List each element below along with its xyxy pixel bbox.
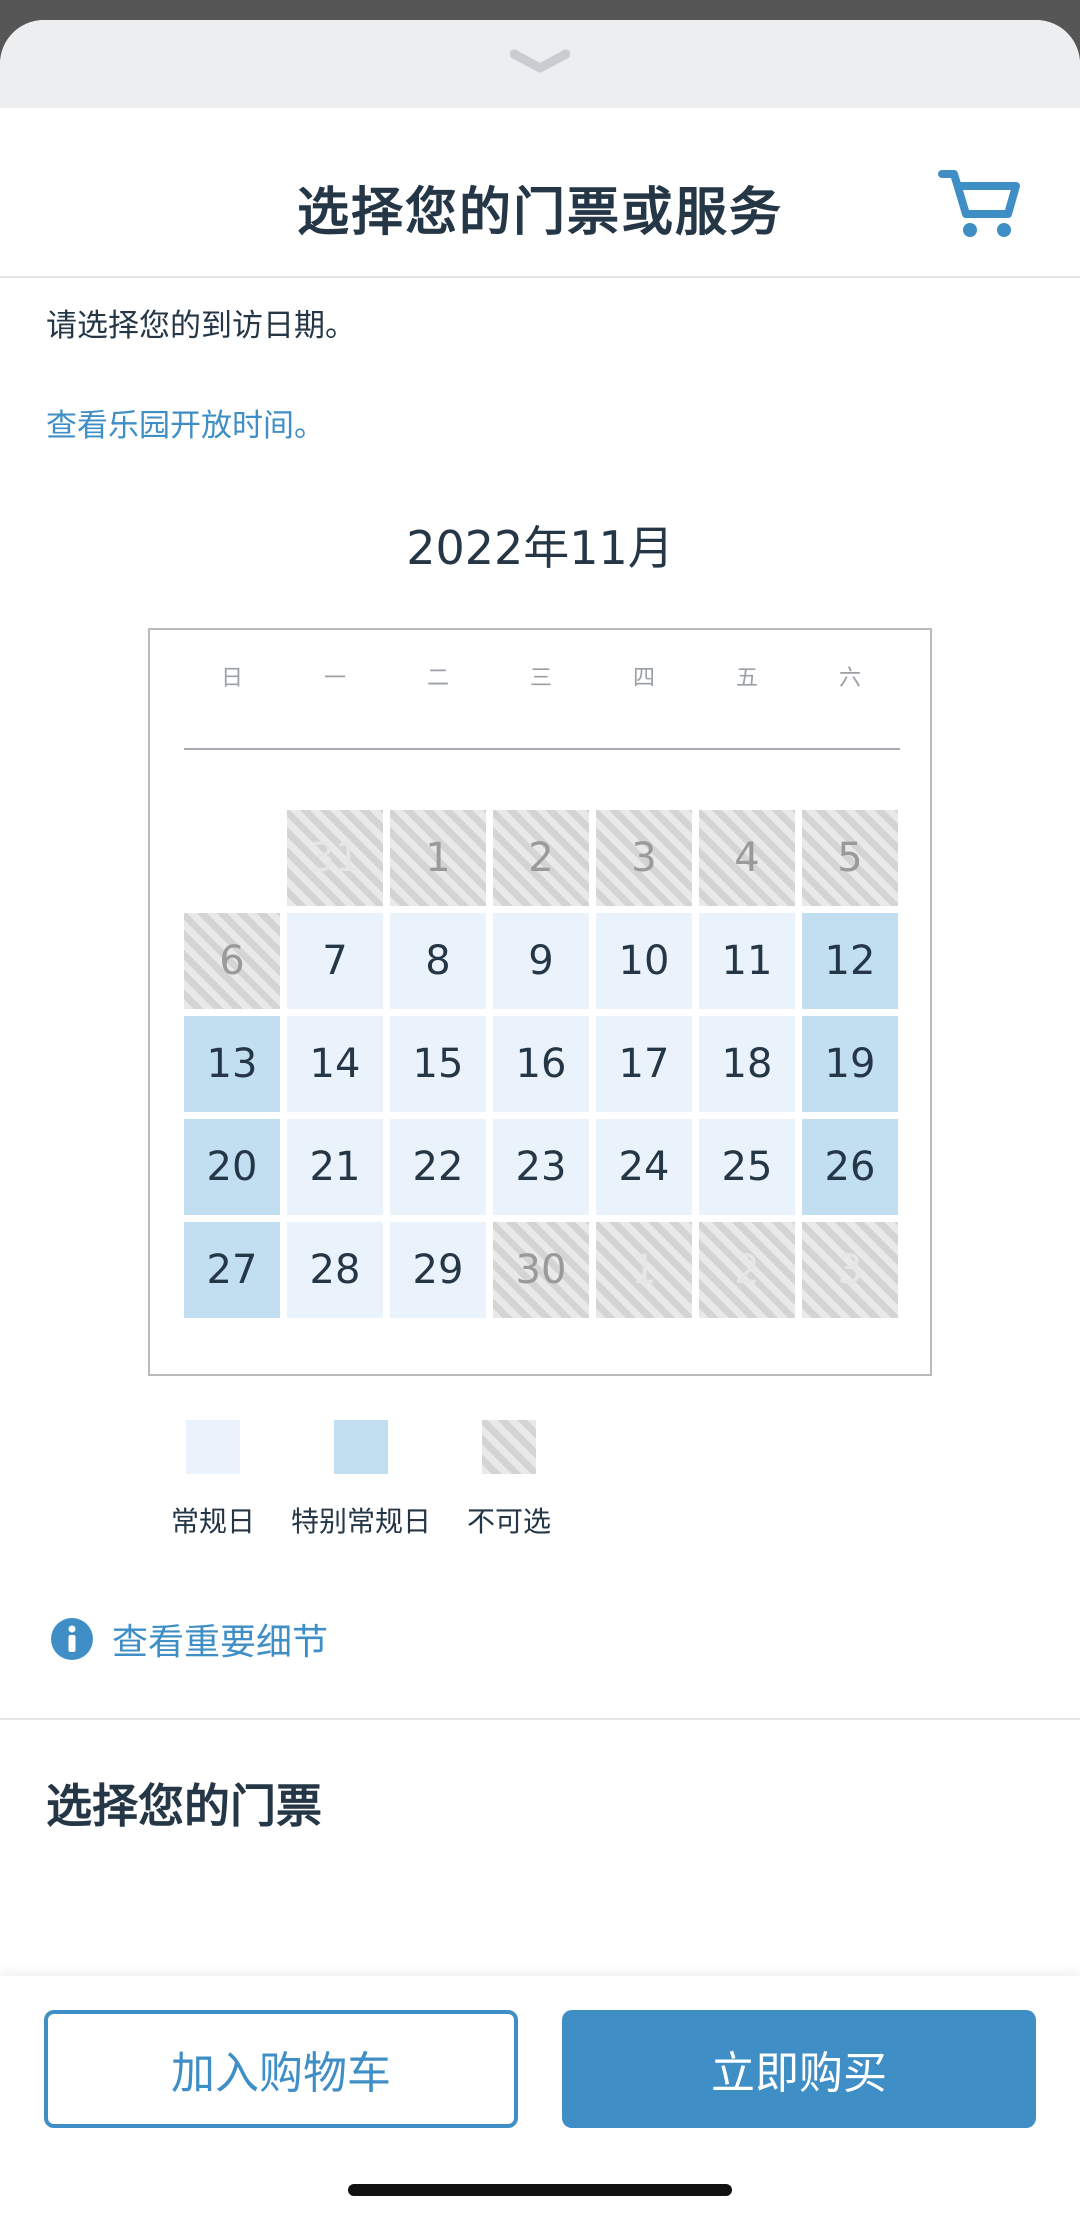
header: 选择您的门票或服务: [0, 108, 1080, 278]
calendar: 日一二三四五六 31 1 2 3 4 5 6 7 8 9 10 11 12 13 14 15 16 17 18 19 2…: [148, 628, 932, 1376]
calendar-day[interactable]: 11: [699, 913, 795, 1009]
calendar-month-label: 2022年11月: [406, 521, 674, 575]
home-indicator[interactable]: [348, 2184, 732, 2196]
park-hours-link[interactable]: 查看乐园开放时间。: [46, 400, 325, 445]
bottom-sheet: 选择您的门票或服务 请选择您的到访日期。 查看乐园开放时间。 2022年11月 …: [0, 20, 1080, 2226]
calendar-day: 5: [802, 810, 898, 906]
info-icon: [51, 1618, 93, 1660]
visit-date-prompt: 请选择您的到访日期。: [46, 308, 356, 344]
calendar-day[interactable]: 26: [802, 1119, 898, 1215]
calendar-day: 2: [699, 1222, 795, 1318]
calendar-day: 3: [802, 1222, 898, 1318]
add-to-cart-button[interactable]: 加入购物车: [44, 2010, 518, 2128]
calendar-day[interactable]: 20: [184, 1119, 280, 1215]
legend-regular-label: 常规日: [170, 1505, 255, 1538]
calendar-day: 1: [596, 1222, 692, 1318]
calendar-day[interactable]: 19: [802, 1016, 898, 1112]
weekday-divider: [184, 748, 900, 750]
calendar-day[interactable]: 13: [184, 1016, 280, 1112]
calendar-day[interactable]: 28: [287, 1222, 383, 1318]
calendar-day: 6: [184, 913, 280, 1009]
calendar-day: 30: [493, 1222, 589, 1318]
weekday-label: 六: [838, 666, 861, 691]
calendar-day[interactable]: 12: [802, 913, 898, 1009]
weekday-label: 二: [426, 666, 449, 691]
calendar-day: 2: [493, 810, 589, 906]
page-title: 选择您的门票或服务: [296, 183, 783, 243]
calendar-day[interactable]: 8: [390, 913, 486, 1009]
buy-now-button[interactable]: 立即购买: [562, 2010, 1036, 2128]
calendar-day: 1: [390, 810, 486, 906]
important-details-link[interactable]: 查看重要细节: [50, 1614, 328, 1664]
calendar-day: 4: [699, 810, 795, 906]
legend-special-label: 特别常规日: [290, 1505, 431, 1538]
weekday-label: 三: [529, 666, 552, 691]
calendar-day[interactable]: 15: [390, 1016, 486, 1112]
calendar-day[interactable]: 24: [596, 1119, 692, 1215]
calendar-day[interactable]: 23: [493, 1119, 589, 1215]
calendar-day[interactable]: 7: [287, 913, 383, 1009]
sheet-handle-bar[interactable]: [0, 20, 1080, 108]
calendar-day[interactable]: 16: [493, 1016, 589, 1112]
chevron-down-icon[interactable]: [510, 48, 570, 76]
legend-unavailable-swatch: [482, 1420, 536, 1474]
weekday-label: 一: [323, 666, 346, 691]
shopping-cart-icon[interactable]: [938, 166, 1022, 240]
calendar-day[interactable]: 17: [596, 1016, 692, 1112]
calendar-day[interactable]: 14: [287, 1016, 383, 1112]
calendar-day: 31: [287, 810, 383, 906]
calendar-day[interactable]: 10: [596, 913, 692, 1009]
weekday-label: 五: [735, 666, 758, 691]
calendar-day[interactable]: 9: [493, 913, 589, 1009]
important-details-text: 查看重要细节: [112, 1622, 329, 1663]
calendar-day[interactable]: 27: [184, 1222, 280, 1318]
legend-unavailable-label: 不可选: [466, 1505, 551, 1538]
calendar-day[interactable]: 25: [699, 1119, 795, 1215]
action-footer: 加入购物车 立即购买: [0, 1976, 1080, 2226]
calendar-day[interactable]: 21: [287, 1119, 383, 1215]
weekday-label: 四: [632, 666, 655, 691]
weekday-label: 日: [220, 666, 243, 691]
section-divider: [0, 1718, 1080, 1720]
calendar-day[interactable]: 18: [699, 1016, 795, 1112]
legend-regular-swatch: [186, 1420, 240, 1474]
calendar-day[interactable]: 29: [390, 1222, 486, 1318]
calendar-day: 3: [596, 810, 692, 906]
legend-special-swatch: [334, 1420, 388, 1474]
tickets-section-title: 选择您的门票: [46, 1779, 322, 1833]
calendar-day[interactable]: 22: [390, 1119, 486, 1215]
